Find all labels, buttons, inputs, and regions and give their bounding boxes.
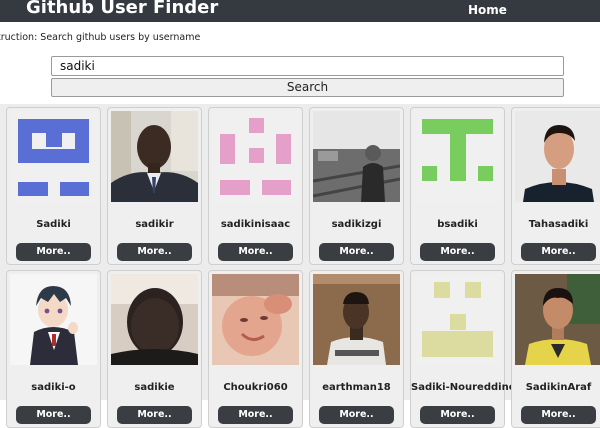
user-avatar — [10, 111, 97, 202]
user-avatar — [10, 274, 97, 365]
more-button[interactable]: More.. — [420, 406, 495, 424]
user-avatar — [212, 111, 299, 202]
more-button[interactable]: More.. — [117, 243, 192, 261]
user-login: Tahasadiki — [528, 219, 589, 230]
user-avatar — [212, 274, 299, 365]
user-card: SadikinAraf More.. — [511, 270, 600, 428]
user-login: Sadiki — [36, 219, 71, 230]
more-button[interactable]: More.. — [218, 406, 293, 424]
more-button[interactable]: More.. — [521, 243, 596, 261]
user-avatar — [414, 111, 501, 202]
user-avatar — [515, 274, 600, 365]
user-avatar — [414, 274, 501, 365]
user-card: sadikie More.. — [107, 270, 202, 428]
user-login: sadikinisaac — [220, 219, 291, 230]
more-button[interactable]: More.. — [16, 243, 91, 261]
user-login: sadikie — [134, 382, 175, 393]
app-title: Github User Finder — [26, 0, 219, 18]
user-login: sadikizgi — [331, 219, 382, 230]
user-login: bsadiki — [437, 219, 478, 230]
user-login: sadiki-o — [31, 382, 76, 393]
more-button[interactable]: More.. — [319, 243, 394, 261]
user-avatar — [515, 111, 600, 202]
user-login: sadikir — [135, 219, 174, 230]
user-card: sadikizgi More.. — [309, 107, 404, 265]
search-input[interactable] — [51, 56, 564, 76]
user-avatar — [111, 111, 198, 202]
user-avatar — [313, 111, 400, 202]
user-login: SadikinAraf — [525, 382, 592, 393]
user-card: Sadiki-Noureddine More.. — [410, 270, 516, 428]
user-card: sadikinisaac More.. — [208, 107, 303, 265]
user-card: Sadiki More.. — [6, 107, 101, 265]
user-login: Sadiki-Noureddine — [411, 382, 516, 393]
user-card: sadiki-o More.. — [6, 270, 101, 428]
user-card: sadikir More.. — [107, 107, 202, 265]
user-login: Choukri060 — [223, 382, 288, 393]
user-avatar — [313, 274, 400, 365]
more-button[interactable]: More.. — [521, 406, 596, 424]
user-avatar — [111, 274, 198, 365]
more-button[interactable]: More.. — [319, 406, 394, 424]
nav-home-link[interactable]: Home — [468, 3, 507, 17]
top-navbar: Github User Finder Home — [0, 0, 600, 22]
user-results-grid: Sadiki More.. sadikir More.. sadikinisaac Mo… — [0, 104, 600, 428]
user-card: bsadiki More.. — [410, 107, 505, 265]
more-button[interactable]: More.. — [16, 406, 91, 424]
more-button[interactable]: More.. — [218, 243, 293, 261]
more-button[interactable]: More.. — [420, 243, 495, 261]
user-login: earthman18 — [322, 382, 391, 393]
user-card: Choukri060 More.. — [208, 270, 303, 428]
more-button[interactable]: More.. — [117, 406, 192, 424]
user-card: Tahasadiki More.. — [511, 107, 600, 265]
user-card: earthman18 More.. — [309, 270, 404, 428]
search-button[interactable]: Search — [51, 78, 564, 97]
instruction-text: truction: Search github users by usernam… — [0, 32, 201, 43]
